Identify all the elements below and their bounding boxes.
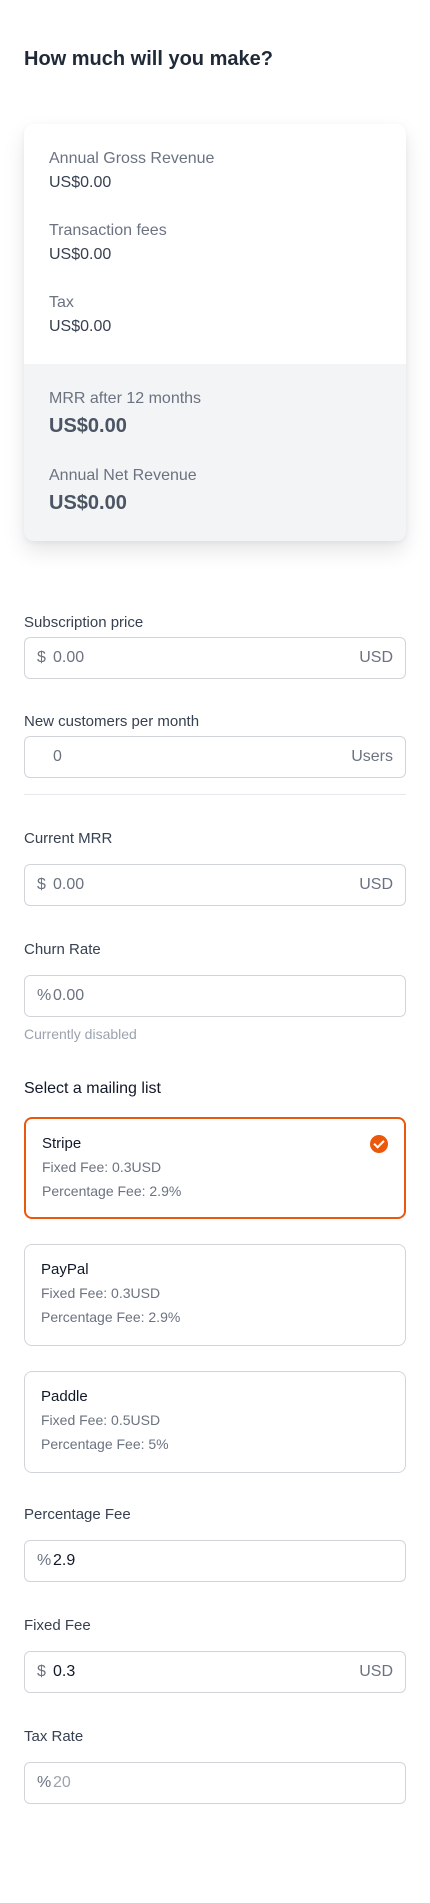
subscription-price-input[interactable]: $ 0.00 USD (24, 637, 406, 679)
fixed-fee-input[interactable]: $ 0.3 USD (24, 1651, 406, 1693)
tax-rate-label: Tax Rate (24, 1728, 84, 1745)
tax-value: US$0.00 (49, 318, 112, 335)
option-percentage-fee: Percentage Fee: 2.9% (41, 1309, 181, 1325)
check-circle-icon (370, 1135, 388, 1153)
usd-suffix: USD (359, 876, 393, 893)
current-mrr-input[interactable]: $ 0.00 USD (24, 864, 406, 906)
mrr-label: MRR after 12 months (49, 390, 202, 407)
summary-top-section: Annual Gross Revenue US$0.00 Transaction… (24, 124, 406, 364)
tax-rate-placeholder: 20 (53, 1774, 71, 1791)
gross-revenue-label: Annual Gross Revenue (49, 150, 215, 167)
users-suffix: Users (351, 748, 393, 765)
subscription-price-label: Subscription price (24, 614, 144, 631)
subscription-price-placeholder: 0.00 (53, 649, 85, 666)
percentage-fee-label: Percentage Fee (24, 1506, 131, 1523)
transaction-fees-value: US$0.00 (49, 246, 112, 263)
divider (24, 794, 406, 795)
tax-rate-input[interactable]: % 20 (24, 1762, 406, 1804)
option-fixed-fee: Fixed Fee: 0.3USD (42, 1159, 162, 1175)
usd-suffix: USD (359, 649, 393, 666)
option-name: Stripe (42, 1135, 82, 1152)
usd-suffix: USD (359, 1663, 393, 1680)
dollar-prefix: $ (37, 876, 46, 893)
fixed-fee-label: Fixed Fee (24, 1617, 91, 1634)
option-percentage-fee: Percentage Fee: 5% (41, 1436, 169, 1452)
percentage-fee-input[interactable]: % 2.9 (24, 1540, 406, 1582)
percent-prefix: % (37, 1552, 52, 1569)
dollar-prefix: $ (37, 1663, 46, 1680)
option-fixed-fee: Fixed Fee: 0.3USD (41, 1285, 161, 1301)
summary-bottom-section: MRR after 12 months US$0.00 Annual Net R… (24, 364, 406, 541)
option-name: Paddle (41, 1388, 88, 1405)
transaction-fees-label: Transaction fees (49, 222, 167, 239)
churn-rate-placeholder: 0.00 (53, 987, 85, 1004)
net-revenue-value: US$0.00 (49, 492, 127, 514)
percent-prefix: % (37, 1774, 52, 1791)
current-mrr-label: Current MRR (24, 830, 113, 847)
new-customers-input[interactable]: 0 Users (24, 736, 406, 778)
option-name: PayPal (41, 1261, 89, 1278)
fixed-fee-value: 0.3 (53, 1663, 76, 1680)
churn-rate-label: Churn Rate (24, 941, 101, 958)
option-card-stripe[interactable]: Stripe Fixed Fee: 0.3USD Percentage Fee:… (24, 1117, 406, 1219)
gross-revenue-value: US$0.00 (49, 174, 112, 191)
tax-label: Tax (49, 294, 74, 311)
page-title: How much will you make? (24, 48, 273, 70)
churn-helper-text: Currently disabled (24, 1026, 137, 1042)
option-percentage-fee: Percentage Fee: 2.9% (42, 1183, 182, 1199)
percent-prefix: % (37, 987, 52, 1004)
new-customers-label: New customers per month (24, 713, 200, 730)
percentage-fee-value: 2.9 (53, 1552, 76, 1569)
dollar-prefix: $ (37, 649, 46, 666)
revenue-summary-card: Annual Gross Revenue US$0.00 Transaction… (24, 124, 406, 541)
option-card-paddle[interactable]: Paddle Fixed Fee: 0.5USD Percentage Fee:… (24, 1371, 406, 1473)
net-revenue-label: Annual Net Revenue (49, 467, 197, 484)
new-customers-placeholder: 0 (53, 748, 62, 765)
churn-rate-input[interactable]: % 0.00 (24, 975, 406, 1017)
mrr-value: US$0.00 (49, 415, 127, 437)
option-card-paypal[interactable]: PayPal Fixed Fee: 0.3USD Percentage Fee:… (24, 1244, 406, 1346)
mailing-list-title: Select a mailing list (24, 1080, 161, 1097)
option-fixed-fee: Fixed Fee: 0.5USD (41, 1412, 161, 1428)
current-mrr-placeholder: 0.00 (53, 876, 85, 893)
